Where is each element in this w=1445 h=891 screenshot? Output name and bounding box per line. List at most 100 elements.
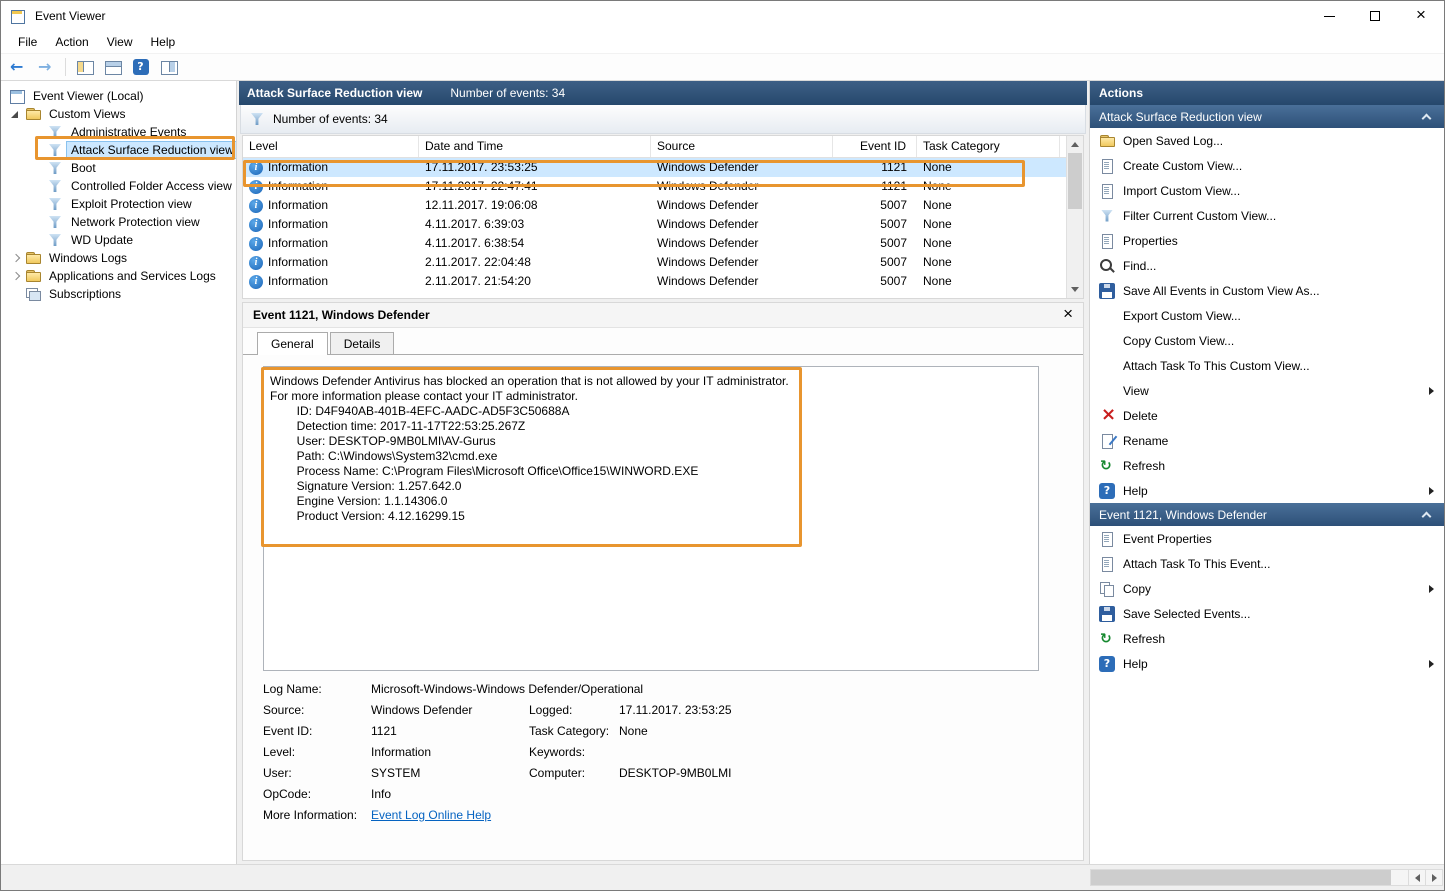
events-view-panel: Attack Surface Reduction view Number of … bbox=[239, 81, 1087, 864]
tree-item-wd-update[interactable]: WD Update bbox=[1, 231, 236, 249]
events-scrollbar[interactable] bbox=[1066, 136, 1083, 298]
tree-item-exploit-protection-view[interactable]: Exploit Protection view bbox=[1, 195, 236, 213]
tree-item-applications-and-services-logs[interactable]: Applications and Services Logs bbox=[1, 267, 236, 285]
tab-details[interactable]: Details bbox=[330, 332, 395, 354]
event-row[interactable]: Information17.11.2017. 22:47:41Windows D… bbox=[243, 177, 1083, 196]
action-refresh[interactable]: Refresh bbox=[1090, 453, 1444, 478]
column-header-task-category[interactable]: Task Category bbox=[917, 136, 1060, 157]
scroll-up-button[interactable] bbox=[1067, 136, 1083, 153]
save-icon bbox=[1099, 283, 1115, 299]
tree-expander-icon[interactable] bbox=[9, 108, 21, 120]
menu-view[interactable]: View bbox=[98, 32, 142, 52]
action-rename[interactable]: Rename bbox=[1090, 428, 1444, 453]
event-row[interactable]: Information2.11.2017. 22:04:48Windows De… bbox=[243, 253, 1083, 272]
window-controls bbox=[1306, 1, 1444, 31]
action-label: Save Selected Events... bbox=[1123, 607, 1250, 621]
submenu-arrow-icon bbox=[1429, 660, 1434, 668]
filter-icon bbox=[47, 124, 63, 140]
event-row[interactable]: Information12.11.2017. 19:06:08Windows D… bbox=[243, 196, 1083, 215]
hscroll-thumb[interactable] bbox=[1091, 870, 1391, 885]
event-date-cell: 17.11.2017. 22:47:41 bbox=[419, 177, 651, 196]
statusbar bbox=[1, 864, 1444, 890]
column-header-date-and-time[interactable]: Date and Time bbox=[419, 136, 651, 157]
tree-item-subscriptions[interactable]: Subscriptions bbox=[1, 285, 236, 303]
hscroll-left-button[interactable] bbox=[1408, 870, 1425, 885]
action-event-properties[interactable]: Event Properties bbox=[1090, 526, 1444, 551]
action-group-header-attack-surface-reduction-view[interactable]: Attack Surface Reduction view bbox=[1090, 105, 1444, 128]
tab-general[interactable]: General bbox=[257, 332, 328, 355]
attach-task-icon bbox=[1099, 556, 1115, 572]
close-button[interactable] bbox=[1398, 1, 1444, 31]
action-open-saved-log[interactable]: Open Saved Log... bbox=[1090, 128, 1444, 153]
open-log-icon bbox=[1099, 133, 1115, 149]
action-view[interactable]: View bbox=[1090, 378, 1444, 403]
close-detail-icon[interactable] bbox=[1063, 308, 1073, 322]
action-save-all-events-in-custom-view-as[interactable]: Save All Events in Custom View As... bbox=[1090, 278, 1444, 303]
action-find[interactable]: Find... bbox=[1090, 253, 1444, 278]
menu-help[interactable]: Help bbox=[142, 32, 185, 52]
action-group-header-event-1121-windows-defender[interactable]: Event 1121, Windows Defender bbox=[1090, 503, 1444, 526]
actions-horizontal-scrollbar[interactable] bbox=[1090, 869, 1443, 886]
scroll-down-button[interactable] bbox=[1067, 281, 1083, 298]
event-row[interactable]: Information4.11.2017. 6:38:54Windows Def… bbox=[243, 234, 1083, 253]
back-arrow-button[interactable] bbox=[6, 56, 31, 79]
action-attach-task-to-this-custom-view[interactable]: Attach Task To This Custom View... bbox=[1090, 353, 1444, 378]
tree-item-boot[interactable]: Boot bbox=[1, 159, 236, 177]
action-help[interactable]: Help bbox=[1090, 478, 1444, 503]
event-row[interactable]: Information17.11.2017. 23:53:25Windows D… bbox=[243, 158, 1083, 177]
action-pane-button[interactable] bbox=[156, 56, 181, 79]
description-line: Process Name: C:\Program Files\Microsoft… bbox=[270, 464, 1032, 479]
description-line: User: DESKTOP-9MB0LMI\AV-Gurus bbox=[270, 434, 1032, 449]
action-refresh[interactable]: Refresh bbox=[1090, 626, 1444, 651]
action-save-selected-events[interactable]: Save Selected Events... bbox=[1090, 601, 1444, 626]
tree-item-custom-views[interactable]: Custom Views bbox=[1, 105, 236, 123]
tree-item-administrative-events[interactable]: Administrative Events bbox=[1, 123, 236, 141]
event-viewer-app-icon bbox=[10, 8, 26, 24]
tree-expander-spacer bbox=[31, 180, 43, 192]
export-list-button[interactable] bbox=[100, 56, 125, 79]
action-properties[interactable]: Properties bbox=[1090, 228, 1444, 253]
collapse-chevron-icon[interactable] bbox=[1422, 113, 1432, 123]
column-header-source[interactable]: Source bbox=[651, 136, 833, 157]
action-export-custom-view[interactable]: Export Custom View... bbox=[1090, 303, 1444, 328]
menu-file[interactable]: File bbox=[9, 32, 46, 52]
tree-expander-icon[interactable] bbox=[9, 252, 21, 264]
tree-expander-icon[interactable] bbox=[9, 270, 21, 282]
event-log-online-help-link[interactable]: Event Log Online Help bbox=[371, 808, 491, 822]
menu-action[interactable]: Action bbox=[46, 32, 97, 52]
action-create-custom-view[interactable]: Create Custom View... bbox=[1090, 153, 1444, 178]
event-row[interactable]: Information2.11.2017. 21:54:20Windows De… bbox=[243, 272, 1083, 291]
event-id-cell: 5007 bbox=[833, 234, 917, 253]
tree-expander-spacer bbox=[31, 162, 43, 174]
collapse-chevron-icon[interactable] bbox=[1422, 511, 1432, 521]
event-row[interactable]: Information4.11.2017. 6:39:03Windows Def… bbox=[243, 215, 1083, 234]
column-header-level[interactable]: Level bbox=[243, 136, 419, 157]
detail-field-row: Event ID:1121Task Category:None bbox=[263, 724, 1063, 745]
column-header-event-id[interactable]: Event ID bbox=[833, 136, 917, 157]
action-filter-current-custom-view[interactable]: Filter Current Custom View... bbox=[1090, 203, 1444, 228]
tree-item-windows-logs[interactable]: Windows Logs bbox=[1, 249, 236, 267]
console-tree-button[interactable] bbox=[72, 56, 97, 79]
action-import-custom-view[interactable]: Import Custom View... bbox=[1090, 178, 1444, 203]
help-button[interactable] bbox=[128, 56, 153, 79]
filter-icon bbox=[249, 111, 265, 127]
tree-item-controlled-folder-access-view[interactable]: Controlled Folder Access view bbox=[1, 177, 236, 195]
action-attach-task-to-this-event[interactable]: Attach Task To This Event... bbox=[1090, 551, 1444, 576]
maximize-button[interactable] bbox=[1352, 1, 1398, 31]
minimize-button[interactable] bbox=[1306, 1, 1352, 31]
action-label: Copy bbox=[1123, 582, 1151, 596]
tree-item-attack-surface-reduction-view[interactable]: Attack Surface Reduction view bbox=[1, 141, 236, 159]
information-icon bbox=[249, 275, 263, 289]
hscroll-right-button[interactable] bbox=[1425, 870, 1442, 885]
filter-icon bbox=[1099, 208, 1115, 224]
scrollbar-thumb[interactable] bbox=[1068, 153, 1082, 209]
action-copy-custom-view[interactable]: Copy Custom View... bbox=[1090, 328, 1444, 353]
filter-summary-bar[interactable]: Number of events: 34 bbox=[240, 105, 1086, 134]
forward-arrow-button[interactable] bbox=[34, 56, 59, 79]
tree-item-event-viewer-local[interactable]: Event Viewer (Local) bbox=[1, 87, 236, 105]
action-help[interactable]: Help bbox=[1090, 651, 1444, 676]
action-delete[interactable]: Delete bbox=[1090, 403, 1444, 428]
tree-item-network-protection-view[interactable]: Network Protection view bbox=[1, 213, 236, 231]
action-copy[interactable]: Copy bbox=[1090, 576, 1444, 601]
back-arrow-icon bbox=[10, 59, 27, 76]
